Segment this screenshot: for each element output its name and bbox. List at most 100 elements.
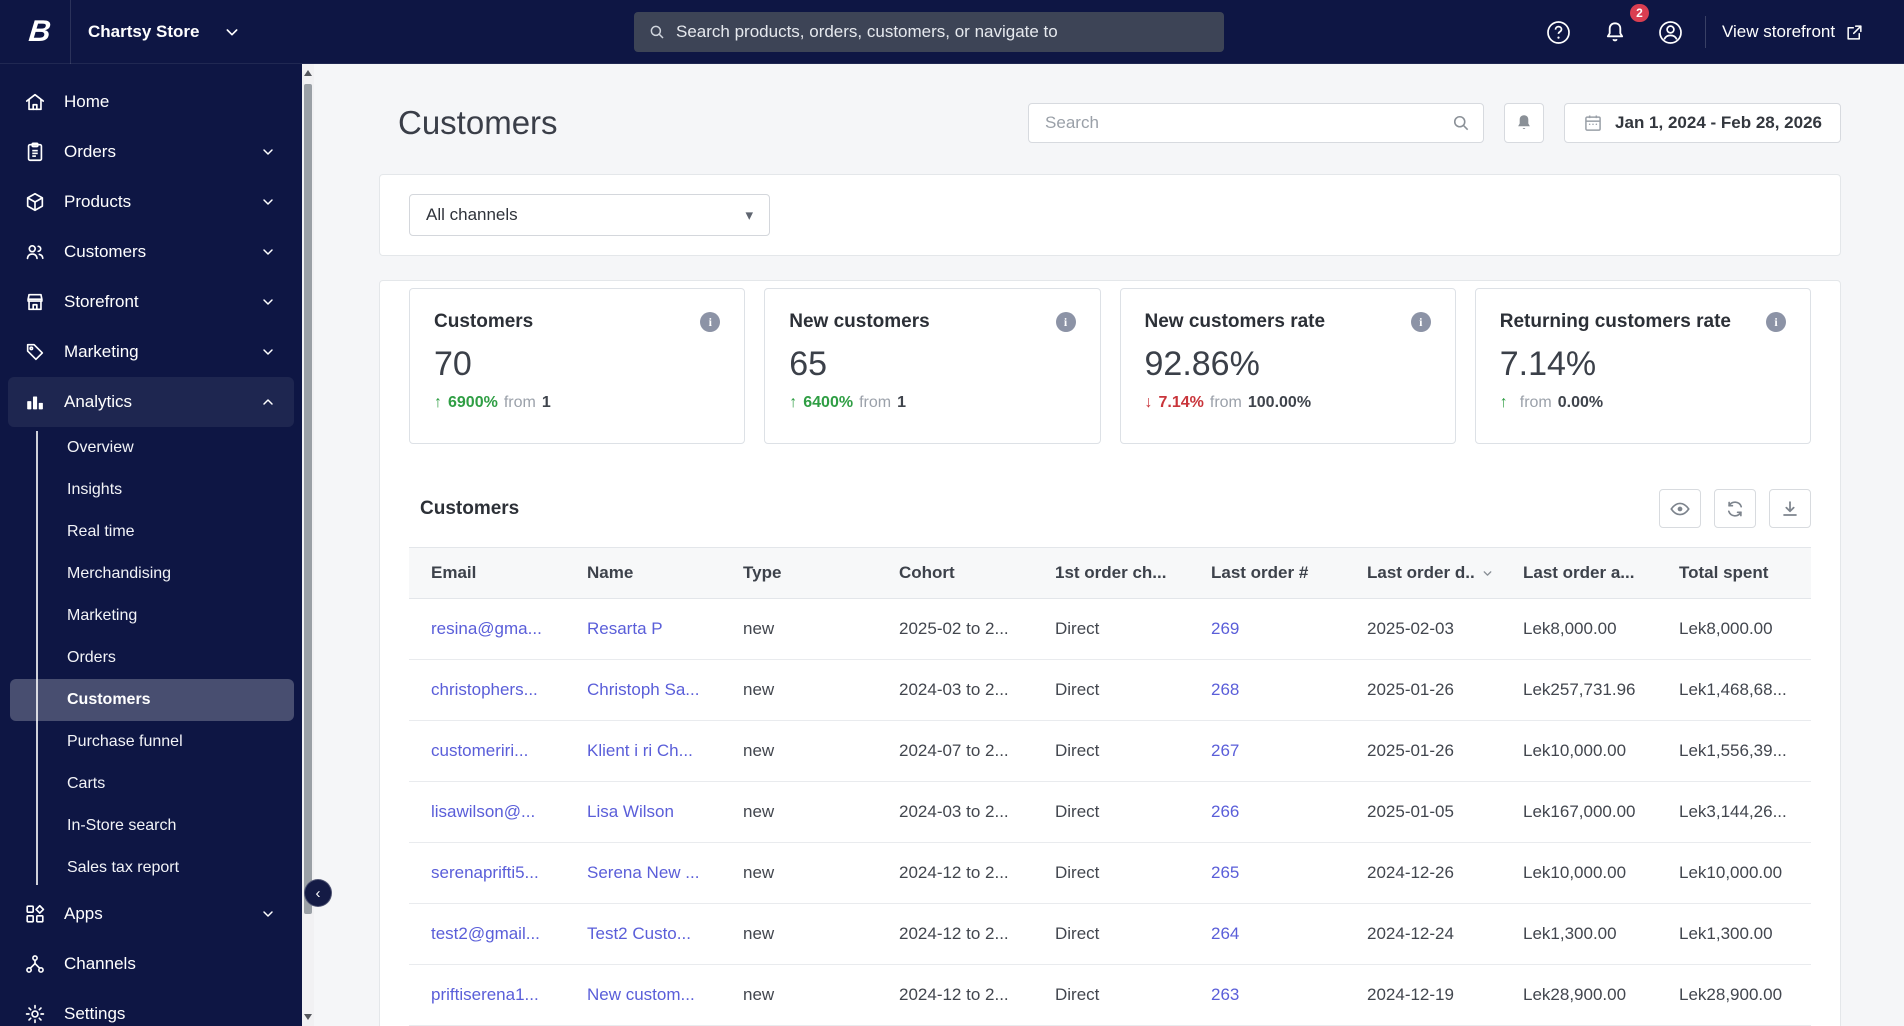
card-title: New customers rate — [1144, 311, 1326, 332]
scroll-down-arrow[interactable] — [304, 1014, 312, 1020]
sidebar-subitem-merchandising[interactable]: Merchandising — [0, 553, 302, 595]
customer-name-link[interactable]: Lisa Wilson — [565, 782, 721, 842]
info-icon[interactable]: i — [700, 312, 721, 332]
info-icon[interactable]: i — [1055, 312, 1076, 332]
column-header-last-order-date[interactable]: Last order d.. — [1345, 548, 1501, 598]
column-header-email[interactable]: Email — [409, 548, 565, 598]
delta-value: 7.14% — [1158, 394, 1204, 411]
column-header-total-spent[interactable]: Total spent — [1657, 548, 1813, 598]
chevron-down-icon — [260, 144, 276, 160]
customer-email-link[interactable]: customeriri... — [409, 721, 565, 781]
date-range-picker[interactable]: Jan 1, 2024 - Feb 28, 2026 — [1564, 103, 1841, 143]
customer-name-link[interactable]: Resarta P — [565, 599, 721, 659]
customer-email-link[interactable]: test2@gmail... — [409, 904, 565, 964]
column-header-type[interactable]: Type — [721, 548, 877, 598]
sidebar-subitem-orders[interactable]: Orders — [0, 637, 302, 679]
sidebar-item-home[interactable]: Home — [0, 77, 302, 127]
last-order-link[interactable]: 265 — [1189, 843, 1345, 903]
sidebar-item-orders[interactable]: Orders — [0, 127, 302, 177]
view-storefront-link[interactable]: View storefront — [1722, 0, 1864, 64]
customer-email-link[interactable]: priftiserena1... — [409, 965, 565, 1025]
alerts-button[interactable] — [1504, 103, 1545, 143]
sidebar-item-marketing[interactable]: Marketing — [0, 327, 302, 377]
refresh-button[interactable] — [1714, 489, 1756, 528]
chevron-down-icon — [260, 244, 276, 260]
global-search[interactable] — [634, 12, 1224, 52]
customer-email-link[interactable]: lisawilson@... — [409, 782, 565, 842]
channel-filter-select[interactable]: All channels ▾ — [409, 194, 770, 236]
analytics-submenu: Overview Insights Real time Merchandisin… — [0, 427, 302, 889]
sidebar-item-customers[interactable]: Customers — [0, 227, 302, 277]
customer-name-link[interactable]: New custom... — [565, 965, 721, 1025]
delta-value: 6400% — [803, 394, 854, 411]
sidebar-item-settings[interactable]: Settings — [0, 989, 302, 1026]
column-header-last-order-amount[interactable]: Last order a... — [1501, 548, 1657, 598]
sidebar-subitem-sales-tax-report[interactable]: Sales tax report — [0, 847, 302, 889]
sidebar-subitem-real-time[interactable]: Real time — [0, 511, 302, 553]
info-icon[interactable]: i — [1766, 312, 1786, 332]
delta-from-word: from — [503, 394, 536, 411]
global-search-input[interactable] — [676, 22, 1210, 42]
download-button[interactable] — [1769, 489, 1811, 528]
last-order-date: 2024-12-26 — [1367, 863, 1454, 882]
column-header-first-order-channel[interactable]: 1st order ch... — [1033, 548, 1189, 598]
sidebar-label: Customers — [64, 242, 147, 261]
customer-email-link[interactable]: serenaprifti5... — [409, 843, 565, 903]
sidebar-label: Marketing — [64, 342, 139, 361]
sidebar-item-products[interactable]: Products — [0, 177, 302, 227]
column-header-last-order-number[interactable]: Last order # — [1189, 548, 1345, 598]
sidebar-item-apps[interactable]: Apps — [0, 889, 302, 939]
customer-name-link[interactable]: Serena New ... — [565, 843, 721, 903]
last-order-amount: Lek28,900.00 — [1523, 985, 1627, 1004]
page-search-input[interactable] — [1045, 113, 1452, 133]
scroll-up-arrow[interactable] — [304, 70, 312, 76]
notifications-button[interactable] — [1598, 15, 1632, 49]
last-order-amount: Lek257,731.96 — [1523, 680, 1636, 699]
last-order-link[interactable]: 269 — [1189, 599, 1345, 659]
brand-logo[interactable]: B — [22, 14, 58, 50]
help-button[interactable] — [1541, 15, 1575, 49]
sidebar-subitem-overview[interactable]: Overview — [0, 427, 302, 469]
topbar-divider — [1705, 16, 1706, 48]
customer-name-link[interactable]: Christoph Sa... — [565, 660, 721, 720]
table-row: priftiserena1... New custom... new 2024-… — [409, 965, 1811, 1026]
sidebar-subitem-carts[interactable]: Carts — [0, 763, 302, 805]
chevron-down-icon[interactable] — [224, 24, 240, 40]
delta-from-word: from — [1519, 394, 1552, 411]
column-header-name[interactable]: Name — [565, 548, 721, 598]
notification-badge: 2 — [1630, 4, 1649, 22]
last-order-date: 2025-01-05 — [1367, 802, 1454, 821]
chevron-down-icon — [260, 194, 276, 210]
last-order-link[interactable]: 268 — [1189, 660, 1345, 720]
sidebar-item-analytics[interactable]: Analytics — [8, 377, 294, 427]
sidebar-collapse-button[interactable]: ‹ — [304, 879, 332, 907]
columns-visibility-button[interactable] — [1659, 489, 1701, 528]
customer-cohort: 2024-12 to 2... — [899, 863, 1009, 882]
top-bar: B Chartsy Store 2 View storefront — [0, 0, 1904, 64]
customer-email-link[interactable]: christophers... — [409, 660, 565, 720]
sidebar-subitem-purchase-funnel[interactable]: Purchase funnel — [0, 721, 302, 763]
last-order-link[interactable]: 264 — [1189, 904, 1345, 964]
sidebar-subitem-insights[interactable]: Insights — [0, 469, 302, 511]
sidebar-subitem-marketing[interactable]: Marketing — [0, 595, 302, 637]
last-order-link[interactable]: 263 — [1189, 965, 1345, 1025]
page-search[interactable] — [1028, 103, 1485, 143]
sidebar-item-storefront[interactable]: Storefront — [0, 277, 302, 327]
submenu-indicator-line — [36, 431, 38, 885]
sidebar-label: Home — [64, 92, 110, 111]
customer-name-link[interactable]: Test2 Custo... — [565, 904, 721, 964]
sidebar-item-channels[interactable]: Channels — [0, 939, 302, 989]
customer-name-link[interactable]: Klient i ri Ch... — [565, 721, 721, 781]
info-icon[interactable]: i — [1410, 312, 1431, 332]
last-order-amount: Lek167,000.00 — [1523, 802, 1636, 821]
last-order-link[interactable]: 266 — [1189, 782, 1345, 842]
customer-email-link[interactable]: resina@gma... — [409, 599, 565, 659]
last-order-link[interactable]: 267 — [1189, 721, 1345, 781]
scrollbar-thumb[interactable] — [304, 84, 312, 914]
column-header-cohort[interactable]: Cohort — [877, 548, 1033, 598]
sidebar-subitem-in-store-search[interactable]: In-Store search — [0, 805, 302, 847]
storefront-icon — [24, 291, 46, 313]
download-icon — [1779, 498, 1801, 520]
account-button[interactable] — [1653, 15, 1687, 49]
sidebar-subitem-customers[interactable]: Customers — [10, 679, 294, 721]
